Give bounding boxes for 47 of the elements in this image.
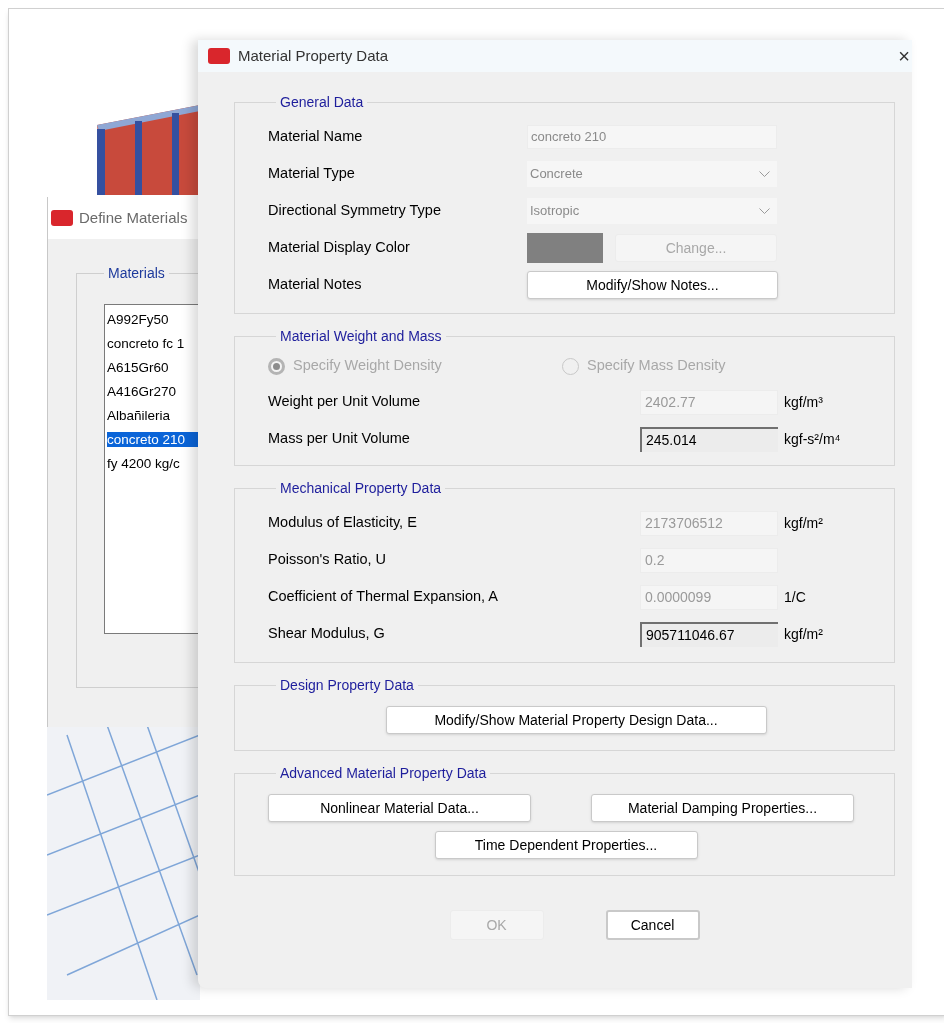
unit-label: kgf/m² — [784, 513, 823, 533]
group-heading: Design Property Data — [279, 676, 415, 695]
field-label: Directional Symmetry Type — [268, 201, 442, 221]
app-logo-icon — [51, 210, 73, 226]
button[interactable]: Material Damping Properties... — [591, 794, 854, 822]
chevron-down-icon — [759, 208, 770, 214]
button[interactable]: Cancel — [605, 910, 700, 940]
group-heading: Material Weight and Mass — [279, 327, 443, 346]
group-heading: Advanced Material Property Data — [279, 764, 488, 783]
field-label: Weight per Unit Volume — [268, 392, 422, 412]
window-title: Define Materials — [79, 207, 188, 228]
field-label: Shear Modulus, G — [268, 624, 386, 644]
input-field[interactable]: 245.014 — [640, 426, 778, 452]
list-item[interactable]: concreto 210 — [107, 432, 198, 447]
unit-label: 1/C — [784, 587, 806, 607]
field-label: Modulus of Elasticity, E — [268, 513, 418, 533]
unit-label: kgf-s²/m⁴ — [784, 429, 841, 449]
radio-label: Specify Weight Density — [293, 356, 442, 376]
list-item[interactable]: fy 4200 kg/c — [107, 456, 198, 471]
field-label: Material Name — [268, 127, 364, 147]
button[interactable]: Modify/Show Notes... — [527, 271, 778, 299]
chevron-down-icon — [759, 171, 770, 177]
radio-label: Specify Mass Density — [587, 356, 726, 376]
field-label: Coefficient of Thermal Expansion, A — [268, 587, 499, 607]
group-label: Materials — [107, 264, 166, 283]
field-label: Poisson's Ratio, U — [268, 550, 387, 570]
list-item[interactable]: A416Gr270 — [107, 384, 198, 399]
unit-label: kgf/m³ — [784, 392, 823, 412]
field-label: Material Type — [268, 164, 356, 184]
button[interactable]: Modify/Show Material Property Design Data... — [385, 706, 767, 734]
field-label: Mass per Unit Volume — [268, 429, 411, 449]
button[interactable]: Nonlinear Material Data... — [268, 794, 531, 822]
button[interactable]: Time Dependent Properties... — [434, 831, 698, 859]
input-field[interactable]: 905711046.67 — [640, 621, 778, 647]
list-item[interactable]: Albañileria — [107, 408, 198, 423]
close-button[interactable]: × — [898, 46, 910, 66]
app-logo-icon — [208, 48, 230, 64]
list-item[interactable]: concreto fc 1 — [107, 336, 198, 351]
material-list[interactable]: A992Fy50 concreto fc 1 A615Gr60 A416Gr270 Albañileria concreto 210 fy 4200 kg/c — [104, 304, 198, 634]
group-heading: Mechanical Property Data — [279, 479, 443, 498]
field-label: Material Display Color — [268, 238, 411, 258]
window-title: Material Property Data — [238, 45, 389, 66]
unit-label: kgf/m² — [784, 624, 823, 644]
field-label: Material Notes — [268, 275, 363, 295]
list-item[interactable]: A615Gr60 — [107, 360, 198, 375]
list-item[interactable]: A992Fy50 — [107, 312, 198, 327]
group-heading: General Data — [279, 93, 365, 112]
